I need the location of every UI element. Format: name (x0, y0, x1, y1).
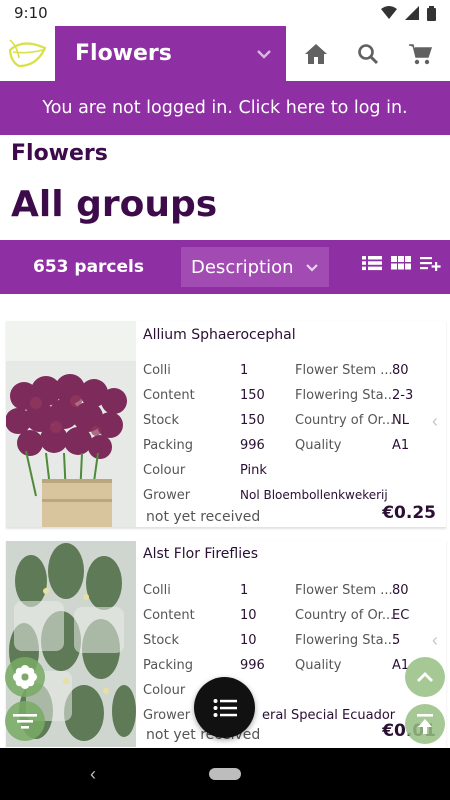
menu-list-button[interactable] (194, 677, 255, 738)
chevron-up-icon (417, 672, 433, 682)
spec-label: Flower Stem ... (295, 583, 393, 598)
wifi-icon (381, 6, 397, 19)
app-header: Flowers (0, 26, 450, 81)
spec-value: EC (392, 608, 410, 623)
spec-label: Flowering Sta... (295, 633, 396, 648)
sort-value: Description (191, 256, 294, 278)
chevron-down-icon (306, 263, 318, 272)
spec-label: Quality (295, 438, 342, 453)
list-view-icon[interactable] (362, 254, 382, 272)
spec-label: Stock (143, 413, 179, 428)
spec-value: 2-3 (392, 388, 414, 403)
spec-label: Packing (143, 658, 194, 673)
spec-label: Flowering Sta... (295, 388, 396, 403)
scroll-top-icon (417, 714, 433, 734)
spec-label: Colli (143, 583, 171, 598)
cart-icon (409, 43, 432, 64)
battery-icon (427, 5, 436, 21)
playlist-add-icon[interactable] (420, 254, 442, 272)
sort-select[interactable]: Description (181, 247, 329, 287)
back-icon[interactable]: ‹ (90, 764, 96, 785)
login-banner[interactable]: You are not logged in. Click here to log… (0, 81, 450, 135)
spec-label: Content (143, 388, 195, 403)
scroll-up-button[interactable] (405, 657, 445, 697)
chevron-right-icon[interactable]: ‹ (432, 411, 438, 432)
search-icon (358, 43, 379, 64)
spec-label: Content (143, 608, 195, 623)
spec-label: Colour (143, 683, 186, 698)
delivery-status: not yet received (146, 509, 261, 525)
spec-value: 150 (240, 388, 265, 403)
menu-list-icon (213, 698, 237, 717)
product-card[interactable]: Allium Sphaerocephal Colli 1 Content 150… (6, 321, 446, 528)
home-pill-icon[interactable] (209, 768, 241, 780)
status-icons (381, 5, 436, 21)
spec-value: NL (392, 413, 409, 428)
app-logo[interactable] (0, 26, 55, 81)
chevron-right-icon[interactable]: ‹ (432, 630, 438, 651)
spec-value: 996 (240, 658, 265, 673)
spec-value: Nol Bloembollenkwekerij (240, 488, 388, 502)
spec-label: Colli (143, 363, 171, 378)
spec-label: Flower Stem ... (295, 363, 393, 378)
spec-label: Country of Or... (295, 413, 395, 428)
category-dropdown[interactable]: Flowers (55, 26, 286, 81)
spec-label: Grower (143, 488, 191, 503)
flower-filter-button[interactable] (5, 657, 45, 697)
spec-value: 80 (392, 363, 409, 378)
spec-value: 80 (392, 583, 409, 598)
search-button[interactable] (350, 36, 386, 72)
flower-filter-icon (13, 665, 37, 689)
grid-view-icon[interactable] (391, 254, 411, 272)
product-image[interactable] (6, 321, 136, 527)
product-price: €0.25 (382, 503, 436, 523)
filter-icon (13, 714, 37, 729)
status-bar: 9:10 (0, 0, 450, 26)
spec-value: eral Special Ecuador (262, 708, 396, 723)
chevron-down-icon (257, 49, 271, 59)
spec-label: Packing (143, 438, 194, 453)
product-name: Alst Flor Fireflies (143, 546, 259, 562)
filter-button[interactable] (5, 701, 45, 741)
spec-value: 10 (240, 608, 257, 623)
status-time: 9:10 (14, 4, 48, 22)
spec-value: Pink (240, 463, 267, 478)
spec-value: 1 (240, 583, 249, 598)
spec-value: 150 (240, 413, 265, 428)
spec-label: Country of Or... (295, 608, 395, 623)
header-title: Flowers (75, 41, 172, 66)
spec-value: 1 (240, 363, 249, 378)
page-title: All groups (11, 184, 218, 225)
spec-value: 10 (240, 633, 257, 648)
header-actions (286, 26, 450, 81)
spec-label: Colour (143, 463, 186, 478)
logo-leaf-icon (8, 38, 46, 67)
cart-button[interactable] (402, 36, 438, 72)
spec-value: A1 (392, 438, 410, 453)
spec-value: 5 (392, 633, 401, 648)
view-toggles (362, 254, 442, 272)
spec-label: Quality (295, 658, 342, 673)
breadcrumb[interactable]: Flowers (11, 141, 108, 166)
screen: 9:10 Flowers You are not logged in. Clic… (0, 0, 450, 800)
spec-value: 996 (240, 438, 265, 453)
parcel-count: 653 parcels (33, 257, 144, 277)
spec-label: Stock (143, 633, 179, 648)
home-button[interactable] (298, 36, 334, 72)
spec-label: Grower (143, 708, 191, 723)
signal-icon (405, 6, 419, 20)
home-icon (305, 43, 327, 64)
system-nav-bar: ‹ (0, 748, 450, 800)
scroll-to-top-button[interactable] (405, 704, 445, 744)
product-name: Allium Sphaerocephal (143, 327, 296, 343)
list-toolbar: 653 parcels Description (0, 240, 450, 294)
